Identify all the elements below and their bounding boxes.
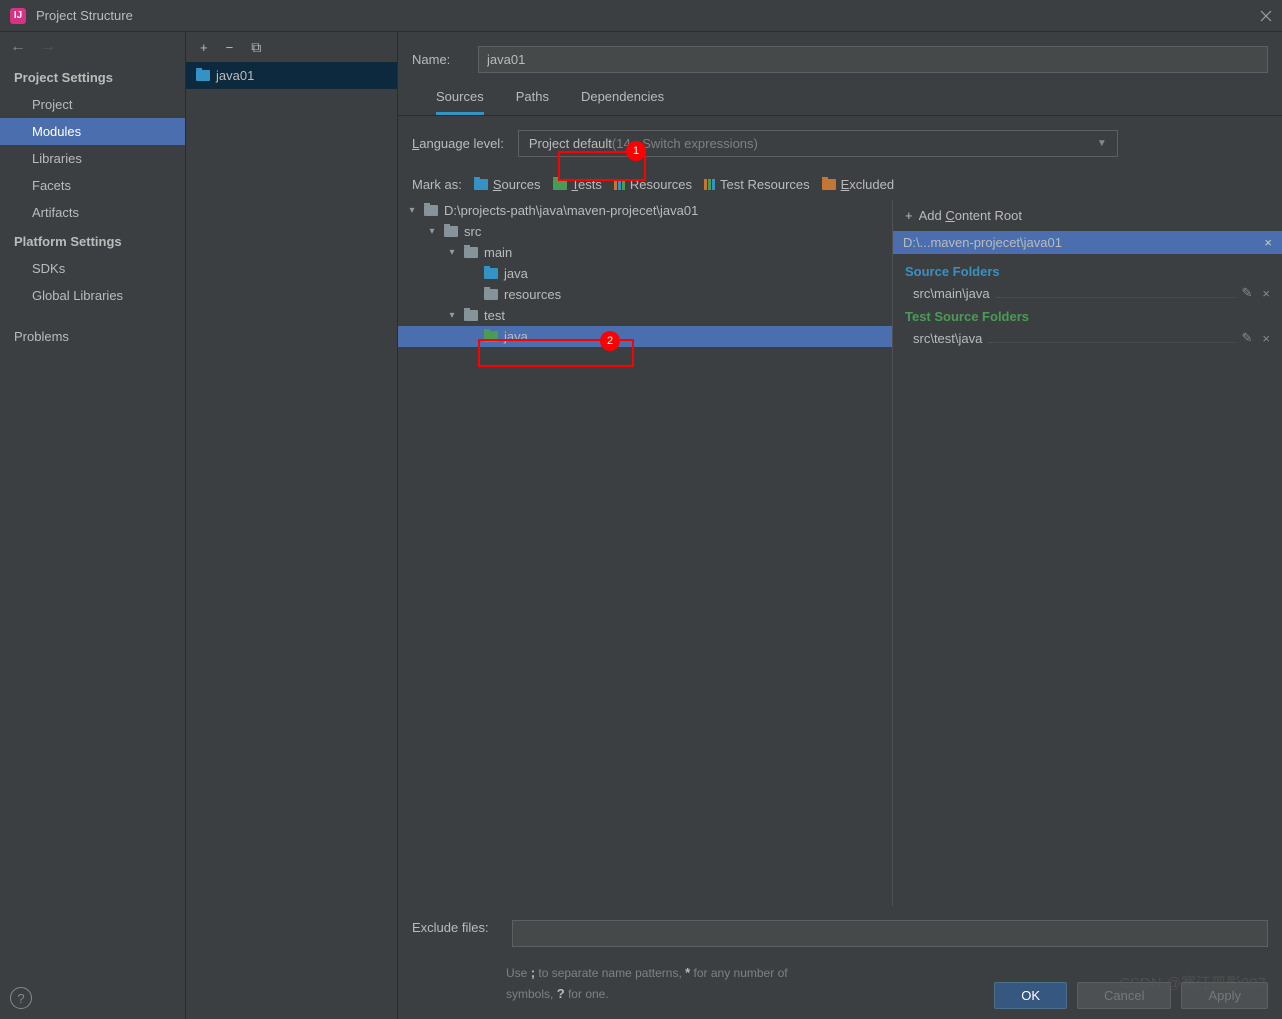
chevron-icon: ▾	[426, 226, 438, 237]
module-toolbar: + − ⧉	[186, 32, 397, 62]
window-title: Project Structure	[36, 8, 1260, 23]
ok-button[interactable]: OK	[994, 982, 1067, 1009]
folder-icon	[484, 331, 498, 342]
section-project-settings: Project Settings	[0, 62, 185, 91]
sidebar-item-sdks[interactable]: SDKs	[0, 255, 185, 282]
folder-icon	[444, 226, 458, 237]
tree-node[interactable]: java	[398, 263, 892, 284]
close-icon[interactable]: ×	[1262, 331, 1270, 346]
mark-as-label: Mark as:	[412, 177, 462, 192]
chevron-down-icon: ▼	[1097, 138, 1107, 149]
tree-node[interactable]: ▾ test	[398, 305, 892, 326]
sidebar-item-artifacts[interactable]: Artifacts	[0, 199, 185, 226]
tab-sources[interactable]: Sources	[436, 89, 484, 115]
nav-history: ← →	[0, 32, 185, 62]
sidebar-item-project[interactable]: Project	[0, 91, 185, 118]
folder-icon	[474, 179, 488, 190]
sidebar: ← → Project Settings Project Modules Lib…	[0, 32, 186, 1019]
language-level-hint: (14 - Switch expressions)	[612, 136, 758, 151]
remove-module-icon[interactable]: −	[226, 40, 234, 55]
add-content-root-button[interactable]: + Add Content Root	[893, 200, 1282, 231]
sidebar-item-libraries[interactable]: Libraries	[0, 145, 185, 172]
chevron-icon: ▾	[446, 247, 458, 258]
tree-node-label: java	[504, 329, 528, 344]
folder-icon	[553, 179, 567, 190]
sidebar-item-problems[interactable]: Problems	[0, 323, 185, 350]
chevron-icon: ▾	[446, 310, 458, 321]
folder-icon	[822, 179, 836, 190]
module-item-label: java01	[216, 68, 254, 83]
close-icon[interactable]: ×	[1264, 235, 1272, 250]
source-tree: ▾ D:\projects-path\java\maven-projecet\ja…	[398, 200, 893, 906]
exclude-files-input[interactable]	[512, 920, 1268, 947]
copy-module-icon[interactable]: ⧉	[251, 39, 261, 56]
tree-node[interactable]: java	[398, 326, 892, 347]
exclude-files-label: Exclude files:	[412, 920, 502, 935]
content-roots: + Add Content Root D:\...maven-projecet\…	[893, 200, 1282, 906]
folder-icon	[424, 205, 438, 216]
tree-node-label: java	[504, 266, 528, 281]
source-folder-item[interactable]: src\main\java ✎ ×	[905, 283, 1270, 309]
tree-node-label: resources	[504, 287, 561, 302]
edit-icon[interactable]: ✎	[1242, 285, 1253, 301]
sidebar-item-modules[interactable]: Modules	[0, 118, 185, 145]
mark-sources-button[interactable]: Sources	[474, 177, 541, 192]
tab-paths[interactable]: Paths	[516, 89, 549, 115]
section-platform-settings: Platform Settings	[0, 226, 185, 255]
tree-node[interactable]: ▾ D:\projects-path\java\maven-projecet\ja…	[398, 200, 892, 221]
language-level-value: Project default	[529, 136, 612, 151]
forward-icon: →	[40, 38, 56, 56]
folder-icon	[464, 247, 478, 258]
resources-icon	[704, 179, 715, 190]
tree-node-label: D:\projects-path\java\maven-projecet\jav…	[444, 203, 698, 218]
test-source-folder-item[interactable]: src\test\java ✎ ×	[905, 328, 1270, 354]
tree-node-label: test	[484, 308, 505, 323]
resources-icon	[614, 179, 625, 190]
language-level-select[interactable]: Project default (14 - Switch expressions…	[518, 130, 1118, 157]
watermark: CSDN @寒江孤影007	[1119, 972, 1266, 993]
titlebar: IJ Project Structure	[0, 0, 1282, 32]
main-panel: Name: Sources Paths Dependencies LLangua…	[398, 32, 1282, 1019]
mark-tests-button[interactable]: Tests	[553, 177, 602, 192]
tree-node[interactable]: ▾ src	[398, 221, 892, 242]
tree-node-label: src	[464, 224, 481, 239]
sidebar-item-facets[interactable]: Facets	[0, 172, 185, 199]
module-item-java01[interactable]: java01	[186, 62, 397, 89]
close-icon[interactable]: ×	[1262, 286, 1270, 301]
sidebar-item-global-libraries[interactable]: Global Libraries	[0, 282, 185, 309]
mark-excluded-button[interactable]: Excluded	[822, 177, 894, 192]
folder-icon	[196, 70, 210, 81]
app-logo-icon: IJ	[10, 8, 26, 24]
mark-as-row: Mark as: Sources Tests Resources Test Re…	[398, 157, 1282, 200]
name-label: Name:	[412, 52, 464, 67]
mark-test-resources-button[interactable]: Test Resources	[704, 177, 810, 192]
back-icon[interactable]: ←	[10, 38, 26, 56]
module-list: + − ⧉ java01	[186, 32, 398, 1019]
tree-node-label: main	[484, 245, 512, 260]
tab-dependencies[interactable]: Dependencies	[581, 89, 664, 115]
folder-icon	[484, 268, 498, 279]
source-folders-header: Source Folders	[905, 264, 1270, 279]
folder-icon	[464, 310, 478, 321]
mark-resources-button[interactable]: Resources	[614, 177, 692, 192]
tree-node[interactable]: resources	[398, 284, 892, 305]
name-input[interactable]	[478, 46, 1268, 73]
add-module-icon[interactable]: +	[200, 40, 208, 55]
chevron-icon: ▾	[406, 205, 418, 216]
language-level-label: LLanguage level:anguage level:	[412, 136, 504, 151]
test-source-folders-header: Test Source Folders	[905, 309, 1270, 324]
edit-icon[interactable]: ✎	[1242, 330, 1253, 346]
close-icon[interactable]	[1260, 10, 1272, 22]
folder-icon	[484, 289, 498, 300]
tabs: Sources Paths Dependencies	[398, 73, 1282, 116]
plus-icon: +	[905, 208, 913, 223]
tree-node[interactable]: ▾ main	[398, 242, 892, 263]
help-icon[interactable]: ?	[10, 987, 32, 1009]
content-root-path[interactable]: D:\...maven-projecet\java01 ×	[893, 231, 1282, 254]
